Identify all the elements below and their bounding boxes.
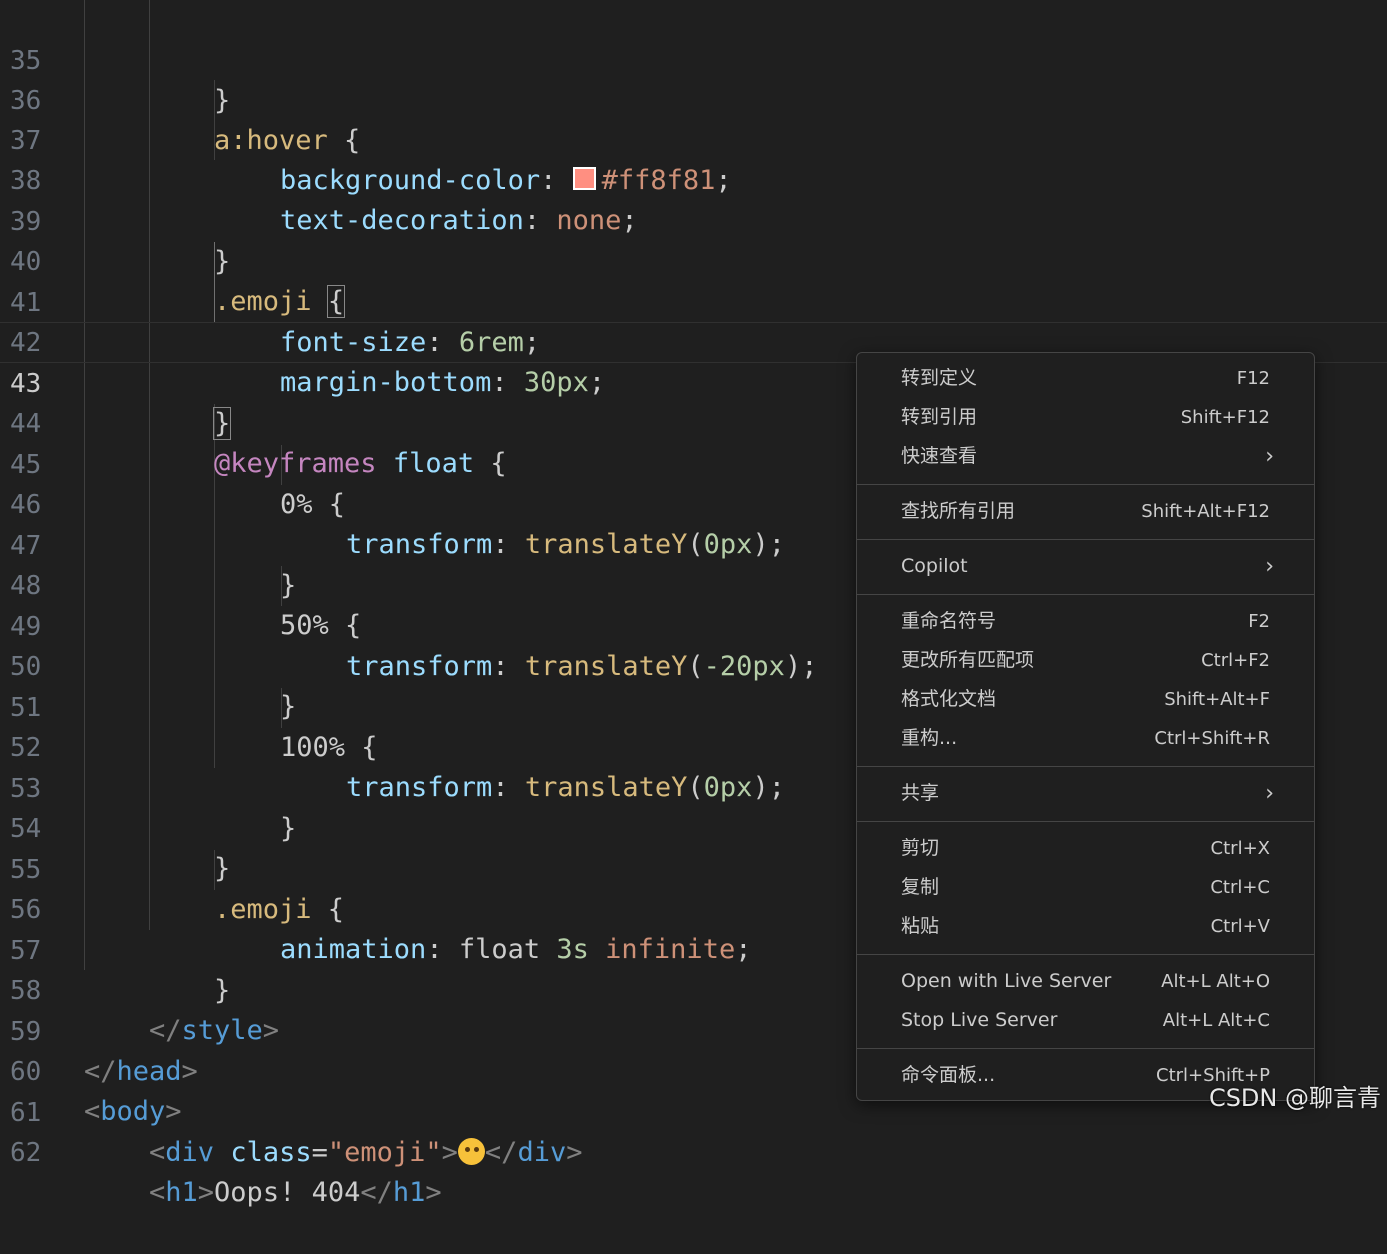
menu-item-label: 快速查看 — [901, 445, 978, 467]
chevron-right-icon: › — [1265, 554, 1274, 579]
code-line[interactable]: 35 } — [0, 0, 1387, 117]
menu-item-shortcut: Shift+F12 — [1180, 407, 1270, 428]
code-token: < — [149, 1177, 166, 1208]
menu-item-label: 复制 — [901, 876, 940, 898]
menu-item-label: Open with Live Server — [901, 970, 1112, 992]
menu-item-label: 剪切 — [901, 837, 940, 859]
menu-item-label: 格式化文档 — [901, 688, 997, 710]
line-number: 62 — [10, 1137, 42, 1168]
menu-item-label: 粘贴 — [901, 915, 940, 937]
code-token: h1 — [165, 1177, 198, 1208]
menu-item-go-to-definition[interactable]: 转到定义 F12 — [857, 359, 1314, 398]
menu-item-shortcut: Ctrl+Shift+R — [1154, 728, 1270, 749]
context-menu: 转到定义 F12 转到引用 Shift+F12 快速查看 › 查找所有引用 Shift+… — [856, 352, 1315, 1101]
code-token: </ — [484, 1137, 518, 1168]
menu-item-format-document[interactable]: 格式化文档 Shift+Alt+F — [857, 680, 1314, 719]
code-token: > — [425, 1177, 442, 1208]
menu-item-find-all-references[interactable]: 查找所有引用 Shift+Alt+F12 — [857, 492, 1314, 531]
menu-item-stop-live-server[interactable]: Stop Live Server Alt+L Alt+C — [857, 1001, 1314, 1040]
code-token: > — [566, 1137, 583, 1168]
menu-item-shortcut: F2 — [1248, 611, 1270, 632]
menu-item-share[interactable]: 共享 › — [857, 774, 1314, 813]
menu-separator — [857, 484, 1314, 485]
menu-item-shortcut: Ctrl+X — [1210, 838, 1270, 859]
code-line[interactable]: 40 .emoji { — [0, 201, 1387, 318]
menu-item-label: 查找所有引用 — [901, 500, 1016, 522]
chevron-right-icon: › — [1265, 444, 1274, 469]
code-line[interactable]: 38 text-decoration: none; — [0, 120, 1387, 237]
menu-separator — [857, 539, 1314, 540]
menu-item-label: Stop Live Server — [901, 1009, 1058, 1031]
menu-item-change-all-occurrences[interactable]: 更改所有匹配项 Ctrl+F2 — [857, 641, 1314, 680]
code-token: h1 — [392, 1177, 426, 1208]
menu-item-shortcut: Shift+Alt+F12 — [1141, 501, 1270, 522]
menu-item-shortcut: Alt+L Alt+O — [1161, 971, 1270, 992]
code-token: div — [165, 1137, 215, 1168]
menu-item-label: 转到引用 — [901, 406, 978, 428]
menu-separator — [857, 766, 1314, 767]
menu-item-paste[interactable]: 粘贴 Ctrl+V — [857, 907, 1314, 946]
menu-item-copy[interactable]: 复制 Ctrl+C — [857, 868, 1314, 907]
code-token: > — [441, 1137, 458, 1168]
menu-item-cut[interactable]: 剪切 Ctrl+X — [857, 829, 1314, 868]
watermark: CSDN @聊言青 — [1208, 1084, 1381, 1112]
menu-item-copilot[interactable]: Copilot › — [857, 547, 1314, 586]
menu-item-label: 重构... — [901, 727, 958, 749]
menu-item-peek[interactable]: 快速查看 › — [857, 437, 1314, 476]
code-line[interactable]: 36 a:hover { — [0, 40, 1387, 157]
menu-item-label: Copilot — [901, 555, 968, 577]
menu-separator — [857, 1048, 1314, 1049]
code-token: "emoji" — [327, 1137, 442, 1168]
menu-item-rename-symbol[interactable]: 重命名符号 F2 — [857, 602, 1314, 641]
code-token: class — [230, 1137, 312, 1168]
code-token: </ — [360, 1177, 393, 1208]
menu-item-label: 转到定义 — [901, 367, 978, 389]
menu-item-label: 更改所有匹配项 — [901, 649, 1035, 671]
code-token: < — [149, 1137, 166, 1168]
menu-item-shortcut: Ctrl+V — [1210, 916, 1270, 937]
code-token: Oops! 404 — [214, 1177, 361, 1208]
code-line[interactable]: 42 margin-bottom: 30px; — [0, 282, 1387, 399]
chevron-right-icon: › — [1265, 781, 1274, 806]
menu-item-label: 重命名符号 — [901, 610, 997, 632]
code-token: = — [311, 1137, 328, 1168]
menu-item-shortcut: Ctrl+F2 — [1201, 650, 1270, 671]
menu-separator — [857, 821, 1314, 822]
menu-item-refactor[interactable]: 重构... Ctrl+Shift+R — [857, 719, 1314, 758]
menu-item-shortcut: Shift+Alt+F — [1164, 689, 1270, 710]
menu-item-shortcut: Ctrl+C — [1210, 877, 1270, 898]
code-line[interactable]: 41 font-size: 6rem; — [0, 242, 1387, 359]
thinking-face-emoji-icon — [457, 1138, 485, 1165]
menu-separator — [857, 954, 1314, 955]
code-line[interactable]: 39 } — [0, 161, 1387, 278]
menu-item-open-with-live-server[interactable]: Open with Live Server Alt+L Alt+O — [857, 962, 1314, 1001]
code-line[interactable]: 37 background-color: #ff8f81; — [0, 80, 1387, 197]
code-token: div — [517, 1137, 567, 1168]
menu-item-go-to-references[interactable]: 转到引用 Shift+F12 — [857, 398, 1314, 437]
menu-item-shortcut: F12 — [1236, 368, 1270, 389]
menu-item-label: 命令面板... — [901, 1064, 996, 1086]
code-token: > — [197, 1177, 215, 1208]
menu-item-shortcut: Alt+L Alt+C — [1162, 1010, 1270, 1031]
menu-separator — [857, 594, 1314, 595]
menu-item-label: 共享 — [901, 782, 940, 804]
